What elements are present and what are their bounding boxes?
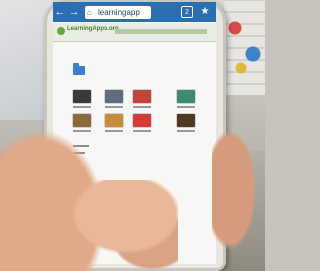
url-field[interactable]: ⌂ learningapp — [85, 5, 151, 19]
folder-icon[interactable] — [73, 63, 85, 75]
app-thumbnail[interactable] — [133, 90, 151, 103]
site-logo — [57, 27, 65, 35]
home-icon: ⌂ — [87, 7, 92, 17]
header-menu-strip — [115, 29, 207, 34]
bookmark-icon[interactable]: ★ — [199, 6, 211, 18]
thumb-finger — [18, 180, 178, 271]
app-thumbnail[interactable] — [73, 90, 91, 103]
forward-arrow-icon[interactable]: → — [67, 2, 81, 22]
photo-scene: ← → ⌂ learningapp 2 ★ LearningApps.org — [0, 0, 265, 271]
app-thumbnail-caption — [133, 130, 151, 132]
browser-address-bar: ← → ⌂ learningapp 2 ★ — [53, 2, 216, 22]
app-thumbnail-caption — [105, 106, 123, 108]
app-thumbnail[interactable] — [133, 114, 151, 127]
app-thumbnail-caption — [177, 130, 195, 132]
background-toys — [225, 8, 265, 78]
app-thumbnail-caption — [73, 106, 91, 108]
site-title[interactable]: LearningApps.org — [67, 26, 119, 32]
url-text: learningapp — [98, 7, 140, 17]
app-thumbnail[interactable] — [177, 114, 195, 127]
app-thumbnail-caption — [133, 106, 151, 108]
hand-fingers — [212, 130, 265, 271]
back-arrow-icon[interactable]: ← — [53, 2, 67, 22]
site-header: LearningApps.org — [53, 23, 216, 42]
app-thumbnail[interactable] — [177, 90, 195, 103]
app-thumbnail-caption — [177, 106, 195, 108]
app-thumbnail[interactable] — [105, 90, 123, 103]
tabs-icon[interactable]: 2 — [181, 6, 193, 18]
